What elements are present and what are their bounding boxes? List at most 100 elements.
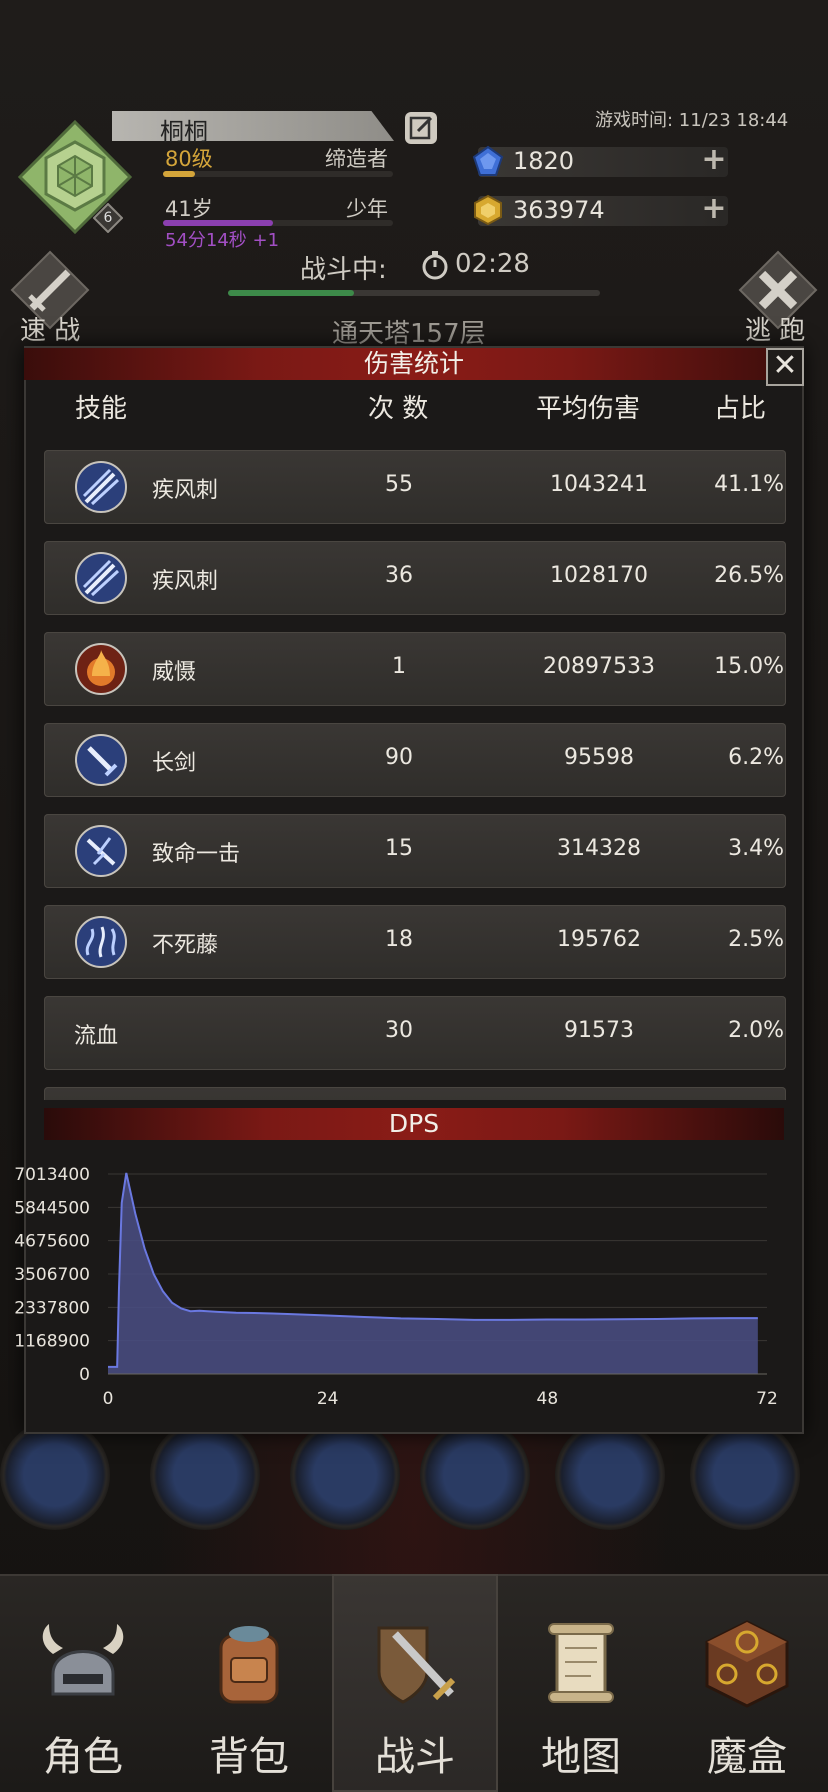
nav-label: 战斗 bbox=[375, 1734, 455, 1780]
add-gems-button[interactable]: + bbox=[700, 145, 728, 175]
escape-button[interactable]: 逃 跑 bbox=[745, 310, 805, 347]
dps-title: DPS bbox=[388, 1109, 440, 1138]
exp-bar bbox=[163, 171, 393, 177]
stage-text: 少年 bbox=[346, 197, 388, 221]
level-badge: 6 bbox=[103, 210, 113, 226]
y-tick-label: 7013400 bbox=[14, 1165, 90, 1185]
x-tick-label: 48 bbox=[537, 1389, 559, 1409]
y-tick-label: 4675600 bbox=[14, 1232, 90, 1252]
x-tick-label: 72 bbox=[756, 1389, 778, 1409]
close-button[interactable]: ✕ bbox=[766, 348, 804, 386]
game-time: 游戏时间: 11/23 18:44 bbox=[595, 110, 789, 131]
skill-slot[interactable] bbox=[420, 1420, 530, 1530]
y-tick-label: 3506700 bbox=[14, 1265, 90, 1285]
average-damage: 1043241 bbox=[550, 472, 648, 497]
hit-count: 90 bbox=[385, 745, 413, 770]
skill-name: 疾风刺 bbox=[152, 478, 219, 503]
table-row[interactable]: 流血 30 91573 2.0% bbox=[44, 996, 786, 1070]
dps-area bbox=[108, 1172, 758, 1374]
skill-slot[interactable] bbox=[555, 1420, 665, 1530]
hit-count: 18 bbox=[385, 927, 413, 952]
fire-aura-icon bbox=[75, 643, 127, 695]
helmet-icon bbox=[42, 1624, 124, 1696]
damage-share: 15.0% bbox=[714, 654, 784, 679]
average-damage: 95598 bbox=[564, 745, 634, 770]
table-row[interactable]: 疾风刺 36 1028170 26.5% bbox=[44, 541, 786, 615]
skill-slot[interactable] bbox=[690, 1420, 800, 1530]
battle-timer: 02:28 bbox=[455, 249, 530, 279]
nav-item-backpack[interactable]: 背包 bbox=[166, 1574, 332, 1792]
damage-share: 3.4% bbox=[728, 836, 784, 861]
backpack-icon bbox=[219, 1626, 279, 1704]
x-tick-label: 24 bbox=[317, 1389, 339, 1409]
damage-share: 6.2% bbox=[728, 745, 784, 770]
skill-name: 不死藤 bbox=[152, 933, 219, 958]
x-tick-label: 0 bbox=[103, 1389, 114, 1409]
gem-value: 1820 bbox=[513, 147, 575, 175]
y-tick-label: 2337800 bbox=[14, 1298, 90, 1318]
average-damage: 91573 bbox=[564, 1018, 634, 1043]
blade-storm-icon bbox=[75, 461, 127, 513]
add-gold-button[interactable]: + bbox=[700, 194, 728, 224]
hit-count: 15 bbox=[385, 836, 413, 861]
y-tick-label: 1168900 bbox=[14, 1332, 90, 1352]
nav-item-map[interactable]: 地图 bbox=[498, 1574, 664, 1792]
nav-item-magic-box[interactable]: 魔盒 bbox=[664, 1574, 828, 1792]
damage-table[interactable]: 疾风刺 55 1043241 41.1% 疾风刺 36 1028170 26.5… bbox=[40, 440, 790, 1100]
gold-value: 363974 bbox=[513, 196, 605, 224]
y-tick-label: 0 bbox=[79, 1365, 90, 1385]
column-count: 次 数 bbox=[368, 394, 429, 424]
age-timer: 54分14秒 +1 bbox=[165, 230, 280, 251]
column-skill: 技能 bbox=[75, 394, 128, 424]
skill-name: 流血 bbox=[74, 1024, 119, 1049]
table-row[interactable] bbox=[44, 1087, 786, 1100]
player-name: 桐桐 bbox=[160, 118, 208, 146]
battle-progress bbox=[228, 290, 600, 296]
skill-slot[interactable] bbox=[150, 1420, 260, 1530]
gold-icon bbox=[474, 194, 502, 226]
skill-slot[interactable] bbox=[290, 1420, 400, 1530]
damage-share: 2.5% bbox=[728, 927, 784, 952]
average-damage: 195762 bbox=[557, 927, 641, 952]
blade-storm-icon bbox=[75, 552, 127, 604]
damage-share: 2.0% bbox=[728, 1018, 784, 1043]
battle-status: 战斗中: bbox=[300, 255, 387, 285]
skill-name: 致命一击 bbox=[152, 842, 241, 867]
nav-label: 角色 bbox=[43, 1734, 123, 1780]
table-row[interactable]: 威慑 1 20897533 15.0% bbox=[44, 632, 786, 706]
sword-icon bbox=[75, 734, 127, 786]
y-tick-label: 5844500 bbox=[14, 1198, 90, 1218]
age-text: 41岁 bbox=[165, 197, 213, 221]
shield-sword-icon bbox=[377, 1626, 456, 1704]
nav-item-role[interactable]: 角色 bbox=[0, 1574, 166, 1792]
lightning-vine-icon bbox=[75, 916, 127, 968]
nav-label: 地图 bbox=[541, 1734, 621, 1780]
skill-slot[interactable] bbox=[0, 1420, 110, 1530]
skill-name: 疾风刺 bbox=[152, 569, 219, 594]
scroll-map-icon bbox=[548, 1623, 614, 1703]
hit-count: 55 bbox=[385, 472, 413, 497]
damage-share: 26.5% bbox=[714, 563, 784, 588]
table-row[interactable]: 疾风刺 55 1043241 41.1% bbox=[44, 450, 786, 524]
nav-label: 背包 bbox=[209, 1734, 289, 1780]
tower-floor: 通天塔157层 bbox=[332, 319, 486, 349]
quick-battle-button[interactable]: 速 战 bbox=[20, 310, 80, 347]
hit-count: 30 bbox=[385, 1018, 413, 1043]
class-text: 缔造者 bbox=[325, 147, 388, 171]
column-share: 占比 bbox=[714, 394, 767, 424]
dps-chart: 7013400 5844500 4675600 3506700 2337800 11689… bbox=[14, 1165, 778, 1409]
hit-count: 1 bbox=[392, 654, 406, 679]
table-row[interactable]: 不死藤 18 195762 2.5% bbox=[44, 905, 786, 979]
name-plate bbox=[112, 111, 394, 141]
level-text: 80级 bbox=[165, 147, 213, 171]
panel-title: 伤害统计 bbox=[363, 349, 464, 378]
table-row[interactable]: 长剑 90 95598 6.2% bbox=[44, 723, 786, 797]
critical-strike-icon bbox=[75, 825, 127, 877]
hit-count: 36 bbox=[385, 563, 413, 588]
stopwatch-icon bbox=[422, 251, 448, 280]
average-damage: 314328 bbox=[557, 836, 641, 861]
skill-name: 长剑 bbox=[152, 751, 197, 776]
table-row[interactable]: 致命一击 15 314328 3.4% bbox=[44, 814, 786, 888]
nav-item-battle[interactable]: 战斗 bbox=[332, 1574, 498, 1792]
edit-icon[interactable] bbox=[405, 112, 437, 144]
